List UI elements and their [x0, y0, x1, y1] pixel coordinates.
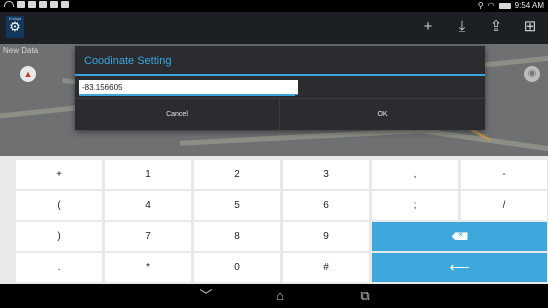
dialog-title: Coodinate Setting	[84, 55, 172, 67]
app-badge-text: Ehitaja	[8, 16, 22, 21]
numeric-keyboard: + 1 2 3 , - ( 4 5 6 ; / ) 7 8 9 ✕ . * 0 …	[0, 156, 548, 284]
input-underline	[79, 95, 295, 96]
key-asterisk[interactable]: *	[105, 253, 191, 282]
key-9[interactable]: 9	[283, 222, 369, 251]
cancel-button[interactable]: Cancel	[75, 98, 280, 130]
key-plus[interactable]: +	[16, 160, 102, 189]
backspace-icon: ✕	[451, 232, 468, 241]
navigation-bar: ﹀ ⌂ ⧉	[0, 284, 548, 308]
clock: 9:54 AM	[514, 1, 544, 10]
key-7[interactable]: 7	[105, 222, 191, 251]
key-minus[interactable]: -	[461, 160, 547, 189]
battery-icon	[498, 2, 511, 9]
upload-icon[interactable]: ⇪	[488, 18, 504, 36]
dialog-title-divider	[75, 74, 485, 76]
action-bar-icons: + ⤓ ⇪ ⊞	[420, 18, 538, 36]
image-icon	[39, 1, 47, 8]
plus-icon[interactable]: +	[420, 18, 436, 36]
enter-icon: ⟵	[449, 259, 470, 275]
key-1[interactable]: 1	[105, 160, 191, 189]
download-icon[interactable]: ⤓	[454, 18, 470, 36]
key-8[interactable]: 8	[194, 222, 280, 251]
key-6[interactable]: 6	[283, 191, 369, 220]
document-icon	[28, 1, 36, 8]
app-logo[interactable]: Ehitaja ⚙	[6, 16, 24, 38]
status-icons-left	[4, 1, 69, 8]
gear-icon: ⚙	[9, 19, 21, 34]
mail-icon	[50, 1, 58, 8]
key-open-paren[interactable]: (	[16, 191, 102, 220]
ok-button[interactable]: OK	[280, 98, 485, 130]
key-close-paren[interactable]: )	[16, 222, 102, 251]
backspace-key[interactable]: ✕	[372, 222, 547, 251]
key-comma[interactable]: ,	[372, 160, 458, 189]
key-hash[interactable]: #	[283, 253, 369, 282]
key-2[interactable]: 2	[194, 160, 280, 189]
action-bar: Ehitaja ⚙ + ⤓ ⇪ ⊞	[0, 12, 548, 44]
key-0[interactable]: 0	[194, 253, 280, 282]
wifi-icon	[4, 1, 14, 7]
enter-key[interactable]: ⟵	[372, 253, 547, 282]
key-period[interactable]: .	[16, 253, 102, 282]
briefcase-icon	[61, 1, 69, 8]
wifi-status-icon: ◠	[487, 1, 495, 10]
key-4[interactable]: 4	[105, 191, 191, 220]
status-bar: ⚲ ◠ 9:54 AM	[0, 0, 548, 12]
image-add-icon[interactable]: ⊞	[522, 18, 538, 36]
home-icon[interactable]: ⌂	[270, 287, 290, 305]
layer-label: New Data	[3, 46, 39, 55]
back-chevron-icon[interactable]: ﹀	[196, 287, 216, 305]
key-3[interactable]: 3	[283, 160, 369, 189]
coordinate-input[interactable]	[79, 80, 298, 95]
location-icon: ⚲	[477, 1, 484, 10]
signal-icon	[17, 1, 25, 8]
key-5[interactable]: 5	[194, 191, 280, 220]
key-slash[interactable]: /	[461, 191, 547, 220]
key-semicolon[interactable]: ;	[372, 191, 458, 220]
coordinate-setting-dialog: Coodinate Setting Cancel OK	[75, 46, 485, 130]
status-icons-right: ⚲ ◠ 9:54 AM	[478, 1, 544, 10]
recent-apps-icon[interactable]: ⧉	[355, 287, 375, 305]
my-location-icon[interactable]: ◉	[524, 66, 540, 82]
compass-icon[interactable]: ▲	[20, 66, 36, 82]
